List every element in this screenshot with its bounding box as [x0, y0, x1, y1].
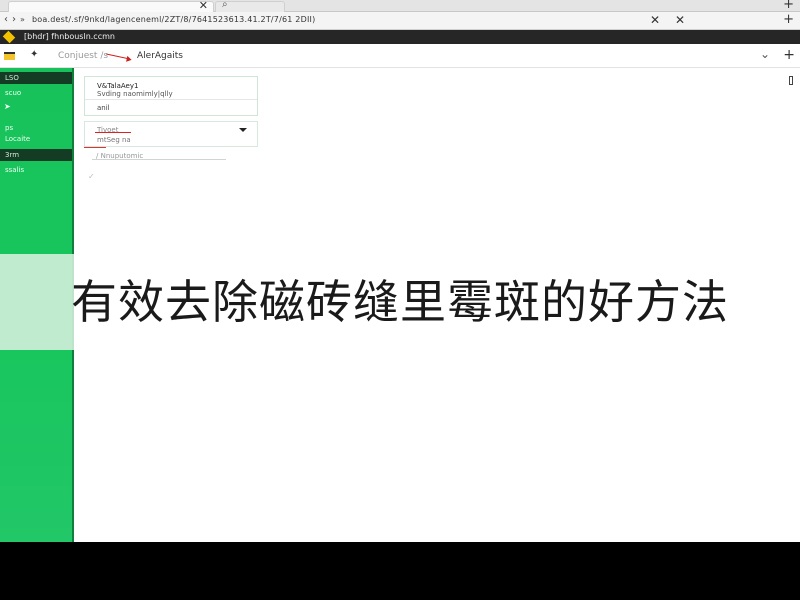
- check-icon: ✓: [88, 172, 95, 181]
- panel-toggle-icon[interactable]: [789, 76, 793, 85]
- target-dropdown[interactable]: Tivoet mtSeg na: [84, 121, 258, 147]
- dropdown-underline: [95, 132, 131, 133]
- close-icon[interactable]: ✕: [675, 13, 685, 27]
- arrow-annotation: [106, 53, 130, 60]
- tab-close-icon[interactable]: ✕: [199, 0, 208, 12]
- add-icon[interactable]: +: [783, 47, 795, 63]
- browser-tab-new[interactable]: ⌕: [215, 0, 285, 12]
- sidebar-item-scuo[interactable]: scuo: [0, 87, 72, 99]
- forward-arrow-icon[interactable]: ›: [12, 14, 16, 25]
- sidebar-section-3rm: 3rm: [0, 149, 72, 161]
- caret-down-icon[interactable]: [239, 128, 247, 132]
- red-underline-annotation: [84, 147, 106, 148]
- page-title: AlerAgaits: [137, 51, 183, 61]
- stop-icon[interactable]: ✕: [650, 13, 660, 27]
- dropdown-value: mtSeg na: [97, 136, 131, 144]
- add-plus-icon[interactable]: +: [783, 12, 794, 27]
- sidebar-item-locaite[interactable]: Locaite: [0, 133, 72, 145]
- browser-tab-active[interactable]: ✕: [8, 0, 214, 12]
- logo-icon: [2, 30, 16, 44]
- caption-overlay: 有效去除磁砖缝里霉斑的好方法: [0, 254, 800, 350]
- sidebar-section-lso: LSO: [0, 72, 72, 84]
- card-divider: [85, 99, 257, 100]
- card-title: V&TalaAey1: [97, 82, 139, 90]
- text-field[interactable]: [92, 159, 226, 160]
- account-bar: [bhdr] fhnbousln.ccmn: [0, 30, 800, 44]
- search-icon: ⌕: [222, 0, 228, 10]
- address-bar: ‹ › » boa.dest/.sf/9nkd/lagenceneml/2ZT/…: [0, 12, 800, 30]
- folder-icon[interactable]: [4, 52, 15, 60]
- breadcrumb[interactable]: Conjuest /s: [58, 51, 108, 61]
- url-field[interactable]: boa.dest/.sf/9nkd/lagenceneml/2ZT/8/7641…: [32, 15, 315, 24]
- security-icon: »: [20, 15, 25, 24]
- back-arrow-icon[interactable]: ‹: [4, 14, 8, 25]
- app-header: ✦ Conjuest /s AlerAgaits ⌄ +: [0, 44, 800, 68]
- card-subtitle: Svding naomimly|qlly: [97, 90, 173, 98]
- card-meta: anil: [97, 104, 110, 112]
- sidebar-item-ssalis[interactable]: ssalis: [0, 164, 72, 176]
- send-icon: ➤: [4, 102, 11, 111]
- new-tab-plus-icon[interactable]: +: [783, 0, 794, 12]
- info-card[interactable]: V&TalaAey1 Svding naomimly|qlly anil: [84, 76, 258, 116]
- chevron-down-icon[interactable]: ⌄: [760, 47, 770, 61]
- people-icon[interactable]: ✦: [30, 49, 38, 60]
- bottom-black-bar: [0, 542, 800, 600]
- caption-text: 有效去除磁砖缝里霉斑的好方法: [71, 275, 729, 329]
- account-text: [bhdr] fhnbousln.ccmn: [24, 32, 115, 41]
- browser-tab-strip: ✕ ⌕ +: [0, 0, 800, 12]
- sidebar-item-send[interactable]: ➤: [0, 101, 72, 113]
